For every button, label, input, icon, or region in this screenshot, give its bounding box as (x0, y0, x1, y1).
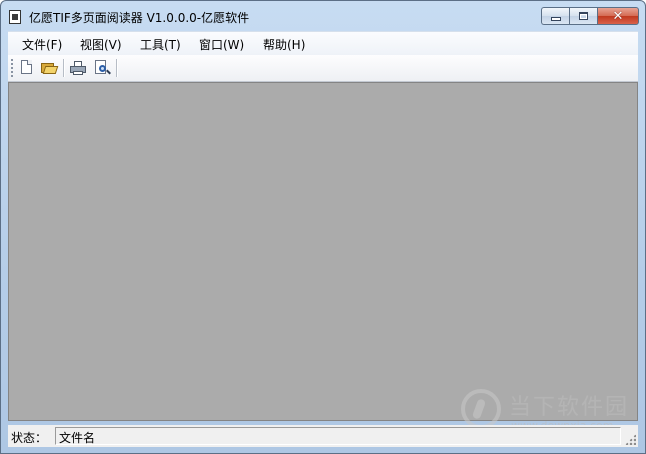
status-bar: 状态： 文件名 (8, 425, 638, 447)
status-field: 文件名 (55, 427, 621, 445)
print-button[interactable] (69, 59, 87, 77)
toolbar-grip[interactable] (11, 59, 13, 77)
minimize-button[interactable] (541, 7, 569, 25)
minimize-icon (550, 17, 561, 21)
menu-bar: 文件(F) 视图(V) 工具(T) 窗口(W) 帮助(H) (8, 31, 638, 56)
document-view-area[interactable] (8, 82, 638, 421)
close-icon: ✕ (612, 8, 624, 24)
window-title: 亿愿TIF多页面阅读器 V1.0.0.0-亿愿软件 (29, 11, 250, 25)
app-window: 亿愿TIF多页面阅读器 V1.0.0.0-亿愿软件 ✕ 文件(F) 视图(V) … (0, 0, 646, 454)
new-document-button[interactable] (18, 59, 36, 77)
title-bar[interactable]: 亿愿TIF多页面阅读器 V1.0.0.0-亿愿软件 ✕ (1, 1, 645, 31)
resize-grip[interactable] (625, 434, 636, 445)
menu-window[interactable]: 窗口(W) (199, 36, 244, 53)
watermark-logo-icon (461, 389, 501, 429)
maximize-button[interactable] (569, 7, 597, 25)
print-preview-button[interactable] (93, 59, 111, 77)
toolbar-separator (116, 59, 118, 77)
status-filename: 文件名 (59, 431, 96, 445)
toolbar (8, 55, 638, 82)
maximize-icon (579, 12, 588, 20)
new-document-icon (21, 60, 32, 74)
close-button[interactable]: ✕ (597, 7, 639, 25)
menu-tools[interactable]: 工具(T) (140, 36, 181, 53)
caption-buttons: ✕ (541, 7, 639, 27)
status-label: 状态： (11, 431, 48, 445)
menu-help[interactable]: 帮助(H) (263, 36, 305, 53)
app-icon[interactable] (9, 10, 21, 24)
menu-view[interactable]: 视图(V) (80, 36, 122, 53)
toolbar-separator (63, 59, 65, 77)
menu-file[interactable]: 文件(F) (22, 36, 62, 53)
watermark-text: 当下软件园 (509, 395, 630, 420)
open-button[interactable] (40, 59, 59, 77)
